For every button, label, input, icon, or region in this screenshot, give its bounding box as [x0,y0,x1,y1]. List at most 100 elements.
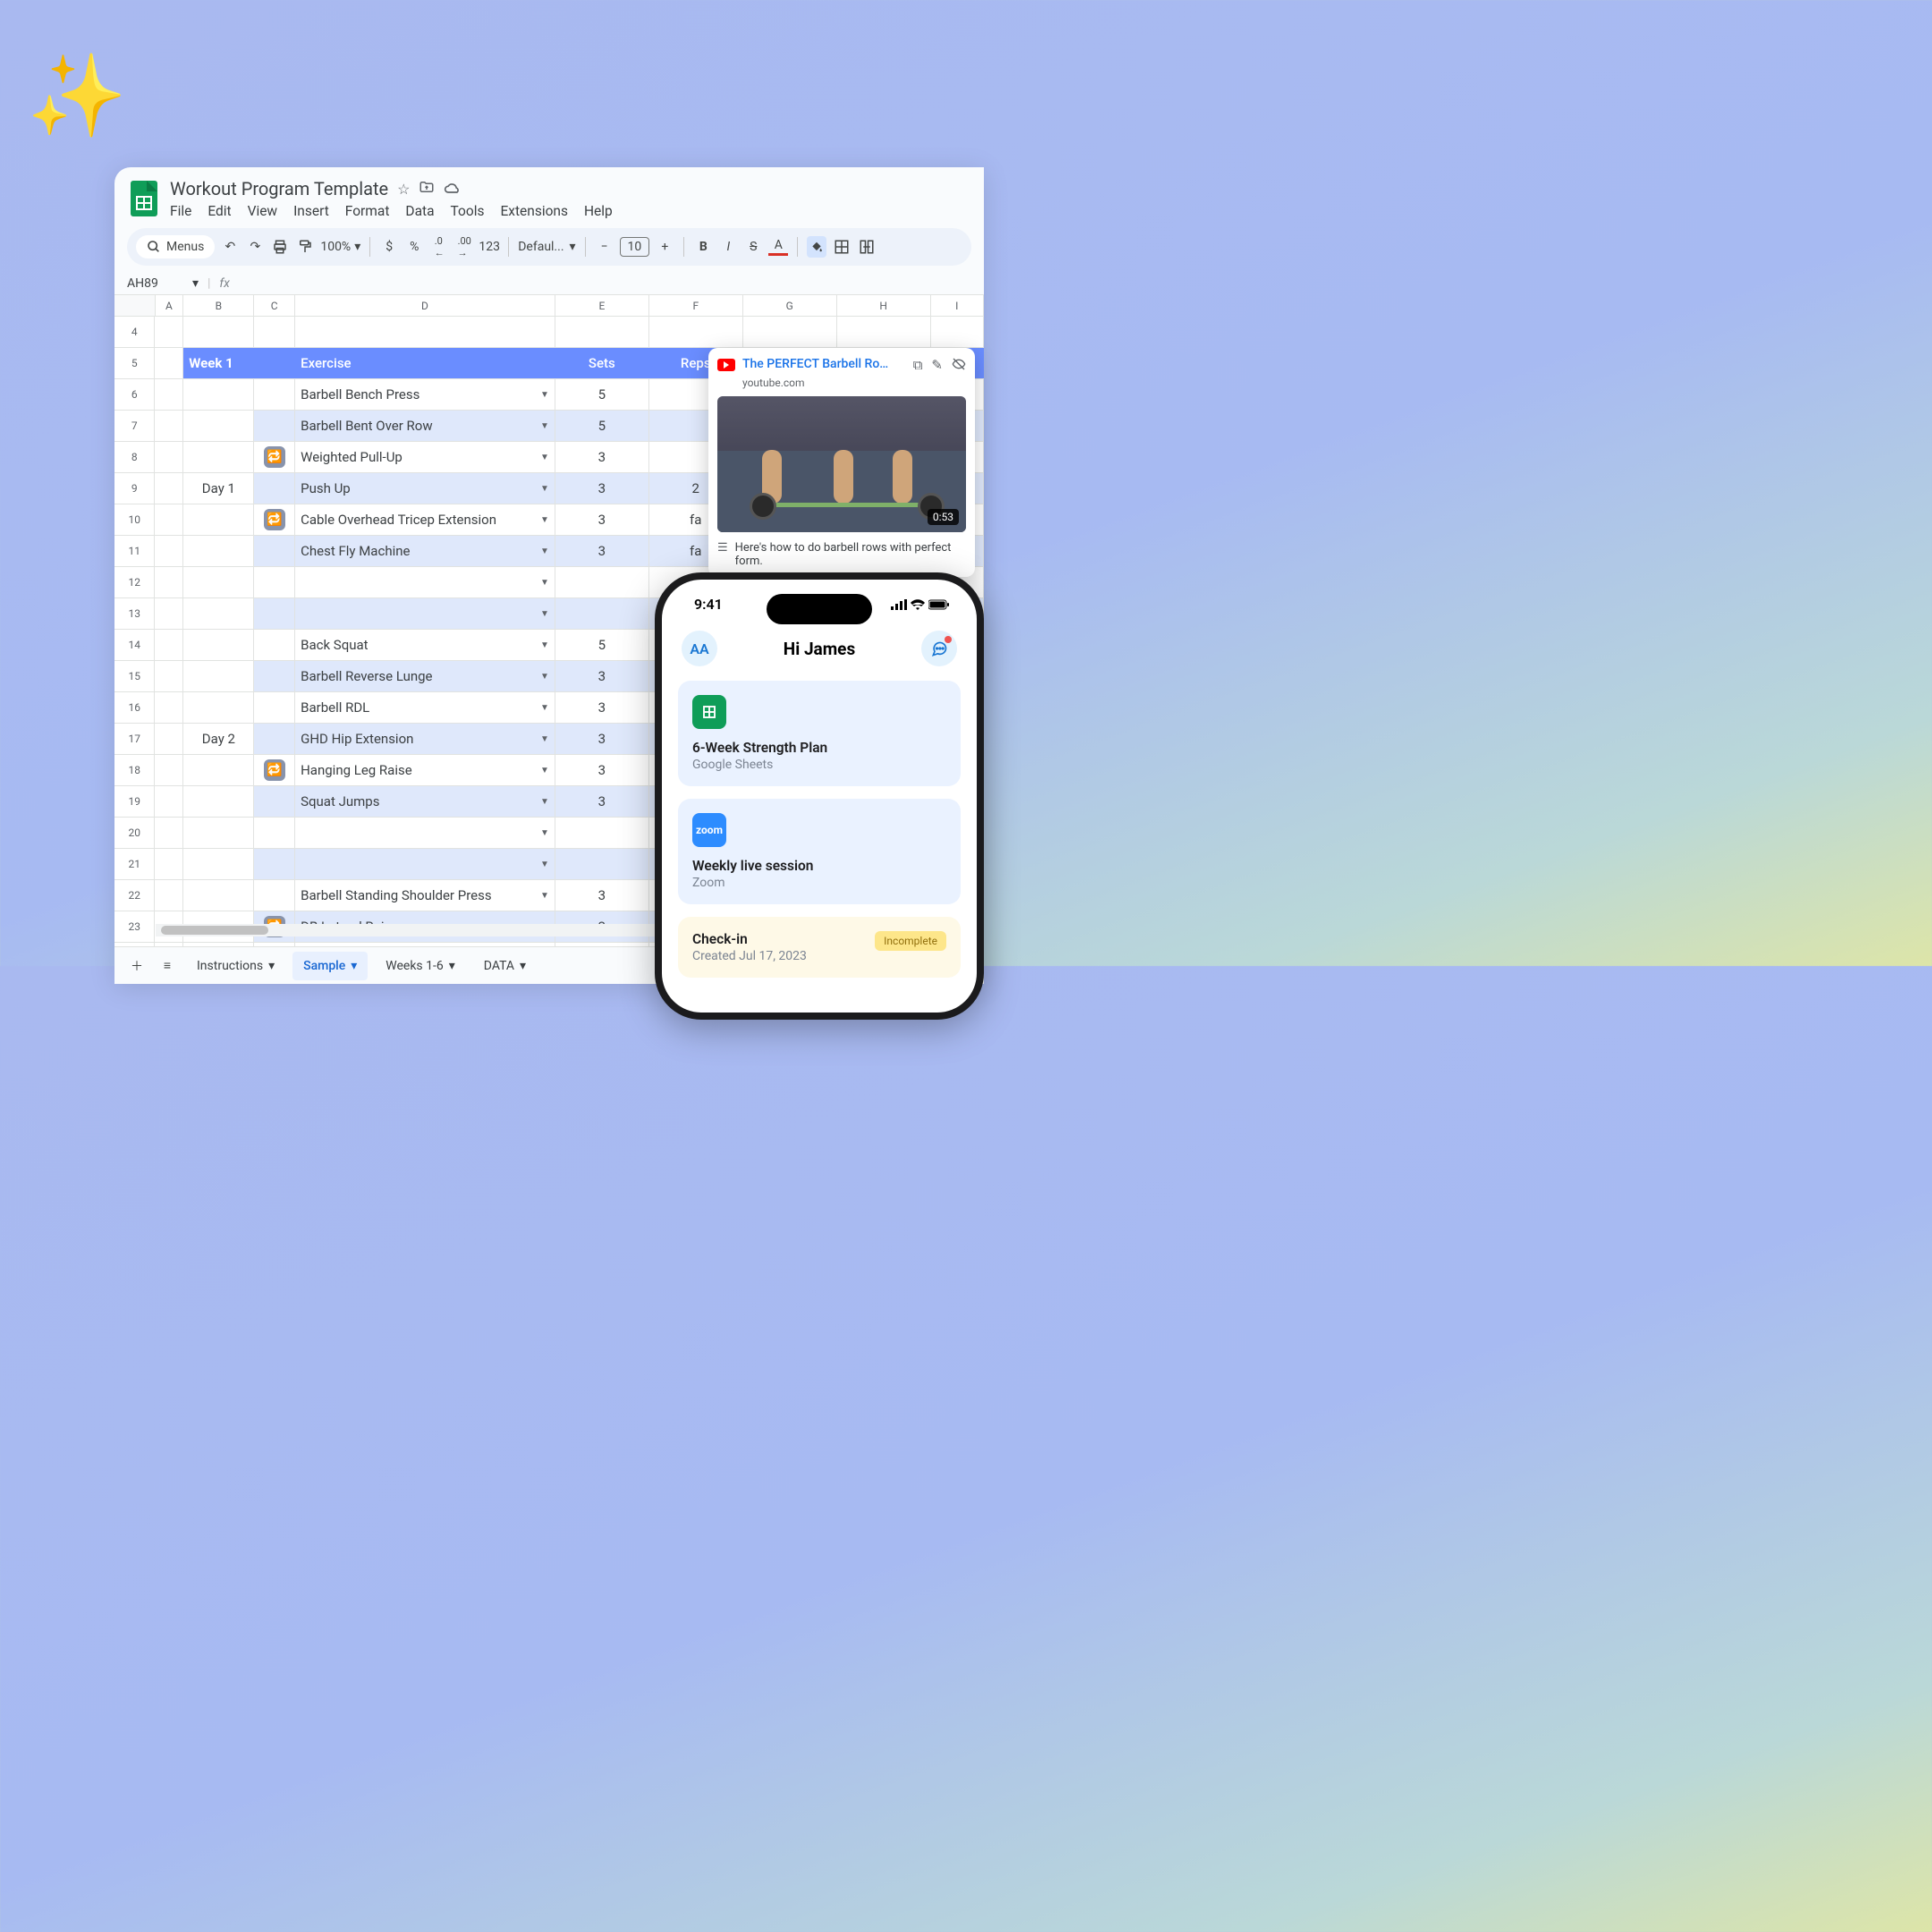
row-header[interactable]: 15 [114,661,155,691]
exercise-cell[interactable]: Push Up▼ [295,473,555,504]
dropdown-arrow-icon[interactable]: ▼ [540,578,549,588]
cell[interactable] [743,317,837,347]
dropdown-arrow-icon[interactable]: ▼ [540,766,549,775]
decrease-decimal-icon[interactable]: .0← [429,235,449,258]
superset-cell[interactable] [254,411,295,441]
sets-cell[interactable]: 5 [555,411,649,441]
row-header[interactable]: 5 [114,348,155,378]
format-currency-icon[interactable]: $ [379,240,399,254]
menu-tools[interactable]: Tools [451,203,485,219]
cell[interactable] [155,630,183,660]
menus-search-button[interactable]: Menus [136,235,215,258]
exercise-cell[interactable]: Cable Overhead Tricep Extension▼ [295,504,555,535]
dropdown-arrow-icon[interactable]: ▼ [540,640,549,650]
day-label[interactable] [183,849,254,879]
dropdown-arrow-icon[interactable]: ▼ [540,797,549,807]
menu-help[interactable]: Help [584,203,613,219]
exercise-cell[interactable]: Barbell Bench Press▼ [295,379,555,410]
cell[interactable] [155,692,183,723]
row-header[interactable]: 23 [114,911,155,942]
day-label[interactable] [183,379,254,410]
cell[interactable] [155,536,183,566]
card-strength-plan[interactable]: 6-Week Strength Plan Google Sheets [678,681,961,786]
exercise-cell[interactable]: ▼ [295,598,555,629]
day-label[interactable] [183,442,254,472]
cell[interactable] [155,786,183,817]
dropdown-arrow-icon[interactable]: ▼ [540,734,549,744]
undo-icon[interactable]: ↶ [220,240,240,254]
day-label[interactable] [183,598,254,629]
menu-file[interactable]: File [170,203,191,219]
dropdown-arrow-icon[interactable]: ▼ [540,547,549,556]
font-selector[interactable]: Defaul... ▾ [518,240,575,254]
cell[interactable] [931,317,984,347]
row-header[interactable]: 4 [114,317,155,347]
cell[interactable] [155,411,183,441]
col-header[interactable]: H [837,295,931,316]
col-header[interactable]: F [649,295,743,316]
superset-cell[interactable]: 🔁 [254,504,295,535]
dropdown-arrow-icon[interactable]: ▼ [540,453,549,462]
superset-cell[interactable] [254,598,295,629]
cell[interactable] [155,504,183,535]
row-header[interactable]: 10 [114,504,155,535]
cell[interactable] [254,348,295,378]
cloud-status-icon[interactable] [444,181,462,198]
dropdown-arrow-icon[interactable]: ▼ [540,609,549,619]
header-exercise[interactable]: Exercise [295,348,555,378]
sets-cell[interactable]: 3 [555,504,649,535]
dropdown-arrow-icon[interactable]: ▼ [540,672,549,682]
exercise-cell[interactable]: Barbell Reverse Lunge▼ [295,661,555,691]
row-header[interactable]: 14 [114,630,155,660]
cell[interactable] [155,755,183,785]
text-color-icon[interactable]: A [768,238,788,256]
menu-extensions[interactable]: Extensions [500,203,568,219]
merge-cells-icon[interactable] [857,239,877,255]
card-live-session[interactable]: zoom Weekly live session Zoom [678,799,961,904]
sets-cell[interactable] [555,567,649,597]
sets-cell[interactable]: 5 [555,630,649,660]
row-header[interactable]: 7 [114,411,155,441]
superset-cell[interactable] [254,661,295,691]
row-header[interactable]: 13 [114,598,155,629]
cell[interactable] [155,442,183,472]
superset-cell[interactable] [254,724,295,754]
row-header[interactable]: 11 [114,536,155,566]
sets-cell[interactable] [555,818,649,848]
menu-view[interactable]: View [248,203,278,219]
font-size-input[interactable]: 10 [620,237,650,257]
all-sheets-icon[interactable]: ≡ [156,958,179,973]
document-title[interactable]: Workout Program Template [170,178,388,199]
header-week[interactable]: Week 1 [183,348,254,378]
superset-cell[interactable] [254,379,295,410]
cell[interactable] [555,317,649,347]
font-size-increase[interactable]: + [655,240,674,254]
paint-format-icon[interactable] [295,239,315,255]
cell[interactable] [837,317,931,347]
exercise-cell[interactable]: Barbell RDL▼ [295,692,555,723]
link-preview-title[interactable]: The PERFECT Barbell Ro… [742,357,906,371]
copy-link-icon[interactable]: ⧉ [913,357,923,375]
sets-cell[interactable]: 5 [555,379,649,410]
cell[interactable] [155,661,183,691]
increase-decimal-icon[interactable]: .00→ [454,235,474,258]
bold-icon[interactable]: B [693,240,713,254]
sets-cell[interactable]: 3 [555,880,649,911]
dropdown-arrow-icon[interactable]: ▼ [540,421,549,431]
day-label[interactable] [183,567,254,597]
row-header[interactable]: 19 [114,786,155,817]
col-header[interactable]: G [743,295,837,316]
select-all-corner[interactable] [114,295,156,316]
superset-cell[interactable] [254,473,295,504]
day-label[interactable] [183,818,254,848]
day-label[interactable]: Day 1 [183,473,254,504]
italic-icon[interactable]: I [718,240,738,254]
chat-button[interactable] [921,631,957,666]
superset-cell[interactable]: 🔁 [254,442,295,472]
dropdown-arrow-icon[interactable]: ▼ [540,860,549,869]
superset-cell[interactable] [254,536,295,566]
add-sheet-icon[interactable]: ＋ [125,957,148,975]
strikethrough-icon[interactable]: S [743,240,763,254]
row-header[interactable]: 22 [114,880,155,911]
cell[interactable] [155,880,183,911]
